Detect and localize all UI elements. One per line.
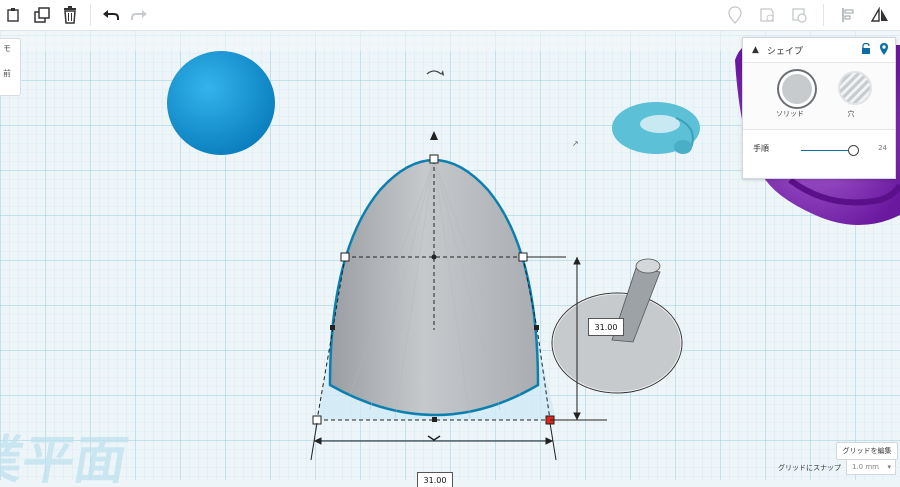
- inspector-header: ▲ シェイプ: [743, 38, 895, 63]
- steps-slider-track[interactable]: [801, 150, 853, 151]
- inspector-title: シェイプ: [766, 46, 803, 57]
- handle-top-left: [340, 252, 350, 262]
- steps-label: 手順: [753, 144, 769, 153]
- watermark: 作業平面: [0, 430, 132, 483]
- lock-icon[interactable]: [861, 42, 871, 58]
- hole-label: 穴: [847, 110, 855, 118]
- mirror-icon[interactable]: [866, 1, 894, 29]
- handle-top-right: [518, 252, 528, 262]
- svg-text:↗: ↗: [572, 139, 579, 148]
- hole-button[interactable]: [838, 71, 872, 105]
- left-panel-line2: 前: [3, 69, 11, 78]
- left-side-panel[interactable]: モ 前: [0, 38, 21, 96]
- undo-icon[interactable]: [97, 1, 125, 29]
- handle-mid-left: [330, 325, 335, 330]
- light-bulb-icon[interactable]: [879, 42, 889, 59]
- shape-inspector: ▲ シェイプ ソリッド 穴 手順 24: [742, 37, 896, 179]
- toolbar-separator-right: [823, 4, 824, 26]
- height-value-box[interactable]: 31.00: [588, 318, 624, 336]
- top-handle: [429, 154, 439, 164]
- steps-row: 手順 24: [743, 130, 895, 170]
- edit-grid-button[interactable]: グリッドを編集: [836, 442, 898, 460]
- paste-icon[interactable]: [0, 1, 28, 29]
- solid-label: ソリッド: [776, 110, 804, 118]
- note-icon[interactable]: [721, 1, 749, 29]
- snap-grid-value: 1.0 mm: [852, 463, 879, 471]
- width-value-box[interactable]: 31.00: [417, 472, 453, 487]
- redo-icon[interactable]: [125, 1, 153, 29]
- visibility-icon[interactable]: [785, 1, 813, 29]
- comment-icon[interactable]: [753, 1, 781, 29]
- toolbar-separator: [90, 4, 91, 26]
- handle-mid-bottom: [432, 417, 437, 422]
- align-icon[interactable]: [834, 1, 862, 29]
- inspector-type-section: ソリッド 穴: [743, 63, 895, 130]
- chevron-down-icon: ▾: [887, 463, 891, 471]
- handle-bottom-left: [312, 415, 322, 425]
- steps-value: 24: [878, 144, 887, 152]
- snap-grid-select[interactable]: 1.0 mm ▾: [846, 459, 896, 475]
- torus-shape: [612, 102, 700, 154]
- toolbar-right-group: [721, 0, 894, 30]
- sphere-shape: [167, 51, 275, 155]
- snap-grid-label: グリッドにスナップ: [778, 464, 841, 472]
- duplicate-icon[interactable]: [28, 1, 56, 29]
- left-panel-line1: モ: [3, 44, 11, 53]
- delete-icon[interactable]: [56, 1, 84, 29]
- solid-button[interactable]: [779, 71, 815, 107]
- steps-slider-knob[interactable]: [848, 145, 859, 156]
- center-point: [431, 254, 437, 260]
- collapse-icon[interactable]: ▲: [752, 45, 759, 55]
- main-toolbar: [0, 0, 900, 31]
- handle-mid-right: [534, 325, 539, 330]
